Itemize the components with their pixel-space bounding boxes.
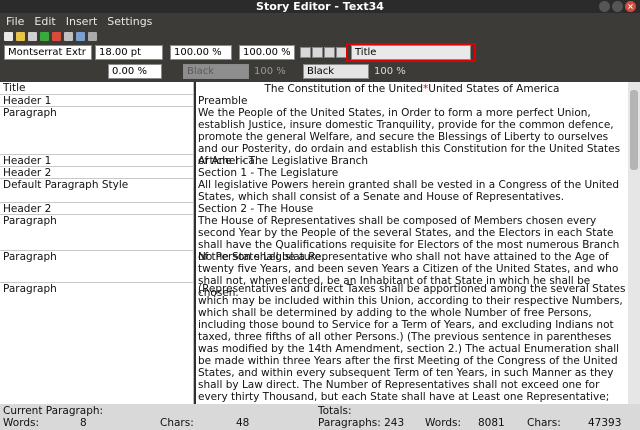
horizontal-scale-input[interactable]: 100.00 %: [170, 45, 232, 60]
update-frame-icon[interactable]: [76, 31, 85, 41]
save-icon[interactable]: [28, 31, 37, 41]
align-right-button[interactable]: [324, 47, 335, 58]
style-item[interactable]: Default Paragraph Style: [0, 179, 193, 203]
status-bar: Current Paragraph: Totals: Words: 8 Char…: [0, 404, 640, 430]
paragraph-style-highlight: [346, 43, 476, 62]
font-family-select[interactable]: Montserrat Extr: [4, 45, 92, 60]
paragraph-style-list: Title Header 1 Paragraph Header 1 Header…: [0, 82, 194, 404]
style-item[interactable]: Paragraph: [0, 251, 193, 283]
style-item[interactable]: Paragraph: [0, 107, 193, 155]
maximize-button[interactable]: [612, 1, 623, 12]
align-left-button[interactable]: [300, 47, 311, 58]
title-text-before: The Constitution of the United: [264, 83, 424, 95]
total-words-value: 8081: [478, 417, 505, 429]
fill-color-select[interactable]: Black: [303, 64, 369, 79]
menu-file[interactable]: File: [6, 15, 24, 28]
text-section1-body[interactable]: All legislative Powers herein granted sh…: [198, 179, 626, 203]
scrollbar-thumb[interactable]: [630, 90, 638, 170]
title-text-after: United States of America: [428, 83, 560, 95]
style-item[interactable]: Paragraph: [0, 283, 193, 404]
text-section2-heading[interactable]: Section 2 - The House: [198, 203, 626, 215]
style-item[interactable]: Header 2: [0, 167, 193, 179]
effects-toolbar: 0.00 % Black 100 % Black 100 %: [0, 62, 640, 139]
menu-settings[interactable]: Settings: [107, 15, 152, 28]
minimize-button[interactable]: [599, 1, 610, 12]
style-item[interactable]: Title: [0, 82, 193, 95]
totals-label: Totals:: [318, 405, 352, 417]
menu-edit[interactable]: Edit: [34, 15, 55, 28]
total-chars-label: Chars:: [527, 417, 561, 429]
current-paragraph-label: Current Paragraph:: [3, 405, 104, 417]
format-toolbar: Montserrat Extr 18.00 pt 100.00 % 100.00…: [0, 43, 640, 62]
style-item[interactable]: Paragraph: [0, 215, 193, 251]
new-document-icon[interactable]: [4, 31, 13, 41]
chars-label: Chars:: [160, 417, 194, 429]
text-paragraph-apportionment[interactable]: (Representatives and direct Taxes shall …: [198, 283, 626, 404]
style-item[interactable]: Header 2: [0, 203, 193, 215]
action-toolbar: [0, 29, 640, 43]
window-titlebar: Story Editor - Text34 ×: [0, 0, 640, 13]
story-text-area[interactable]: The Constitution of the United*United St…: [196, 82, 628, 404]
text-preamble-heading[interactable]: Preamble: [198, 95, 626, 107]
style-item[interactable]: Header 1: [0, 155, 193, 167]
open-folder-icon[interactable]: [16, 31, 25, 41]
font-size-input[interactable]: 18.00 pt: [95, 45, 163, 60]
stroke-color-select[interactable]: Black: [183, 64, 249, 79]
fill-shade-value[interactable]: 100 %: [374, 64, 406, 79]
reload-icon[interactable]: [64, 31, 73, 41]
text-article-heading[interactable]: Article I - The Legislative Branch: [198, 155, 626, 167]
align-center-button[interactable]: [312, 47, 323, 58]
close-button[interactable]: ×: [625, 1, 636, 12]
words-value: 8: [80, 417, 87, 429]
stroke-shade-value[interactable]: 100 %: [254, 64, 286, 79]
search-icon[interactable]: [88, 31, 97, 41]
total-words-label: Words:: [425, 417, 461, 429]
text-title[interactable]: The Constitution of the United*United St…: [198, 83, 626, 95]
style-item[interactable]: Header 1: [0, 95, 193, 107]
tracking-input[interactable]: 0.00 %: [108, 64, 162, 79]
cancel-icon[interactable]: [52, 31, 61, 41]
checkmark-icon[interactable]: [40, 31, 49, 41]
window-title: Story Editor - Text34: [256, 0, 384, 13]
vertical-scale-input[interactable]: 100.00 %: [239, 45, 295, 60]
menubar: File Edit Insert Settings: [0, 13, 640, 29]
words-label: Words:: [3, 417, 39, 429]
vertical-scrollbar[interactable]: [628, 82, 640, 404]
total-chars-value: 47393: [588, 417, 622, 429]
paragraphs-count: Paragraphs: 243: [318, 417, 405, 429]
chars-value: 48: [236, 417, 250, 429]
menu-insert[interactable]: Insert: [66, 15, 98, 28]
text-section1-heading[interactable]: Section 1 - The Legislature: [198, 167, 626, 179]
